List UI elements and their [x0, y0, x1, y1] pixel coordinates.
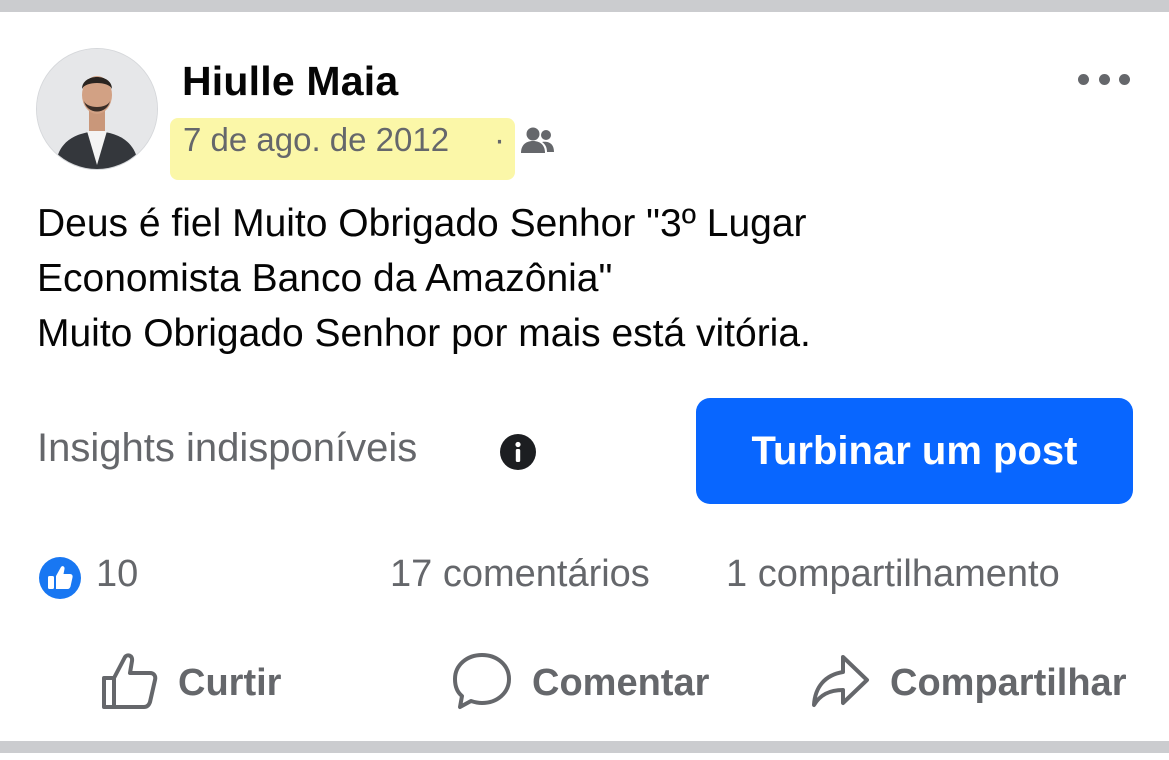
author-name[interactable]: Hiulle Maia: [182, 58, 398, 105]
comment-button[interactable]: Comentar: [452, 648, 709, 718]
comments-count[interactable]: 17 comentários: [390, 553, 650, 596]
more-dot-icon: [1119, 73, 1130, 85]
like-reaction-icon[interactable]: [36, 554, 84, 607]
like-label: Curtir: [178, 661, 282, 704]
comment-label: Comentar: [532, 661, 710, 704]
shares-count[interactable]: 1 compartilhamento: [726, 553, 1060, 596]
bottom-divider: [0, 741, 1169, 753]
like-count[interactable]: 10: [96, 553, 138, 596]
share-arrow-icon: [810, 653, 870, 714]
comment-bubble-icon: [452, 651, 512, 716]
thumbs-up-icon: [100, 651, 158, 716]
post-text: Deus é fiel Muito Obrigado Senhor "3º Lu…: [37, 196, 1137, 361]
share-label: Compartilhar: [890, 661, 1127, 704]
post-text-line: Muito Obrigado Senhor por mais está vitó…: [37, 312, 811, 355]
more-options-button[interactable]: [1078, 64, 1130, 94]
friends-icon: [520, 126, 556, 161]
like-button[interactable]: Curtir: [100, 648, 281, 718]
info-icon[interactable]: [500, 434, 536, 475]
post-text-line: Deus é fiel Muito Obrigado Senhor "3º Lu…: [37, 202, 807, 245]
avatar[interactable]: [36, 48, 158, 170]
insights-label: Insights indisponíveis: [37, 426, 418, 470]
top-divider: [0, 0, 1169, 12]
boost-post-button[interactable]: Turbinar um post: [696, 398, 1133, 504]
share-button[interactable]: Compartilhar: [810, 648, 1126, 718]
more-dot-icon: [1078, 73, 1089, 85]
post-text-line: Economista Banco da Amazônia": [37, 257, 613, 300]
post-date[interactable]: 7 de ago. de 2012: [183, 121, 449, 159]
more-dot-icon: [1098, 73, 1110, 85]
meta-separator: ·: [494, 121, 505, 158]
